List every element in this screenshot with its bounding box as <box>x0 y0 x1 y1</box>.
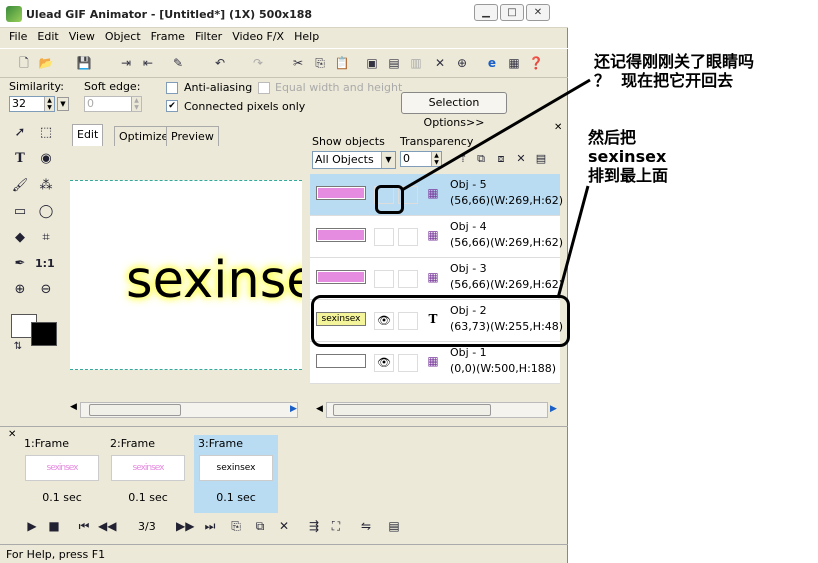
pointer-line-1 <box>401 78 591 192</box>
pointer-line-2 <box>556 185 590 299</box>
annotation-note-1: 还记得刚刚关了眼睛吗 ？ 现在把它开回去 <box>594 52 755 90</box>
annotation-note-2: 然后把 sexinsex 排到最上面 <box>588 128 669 185</box>
